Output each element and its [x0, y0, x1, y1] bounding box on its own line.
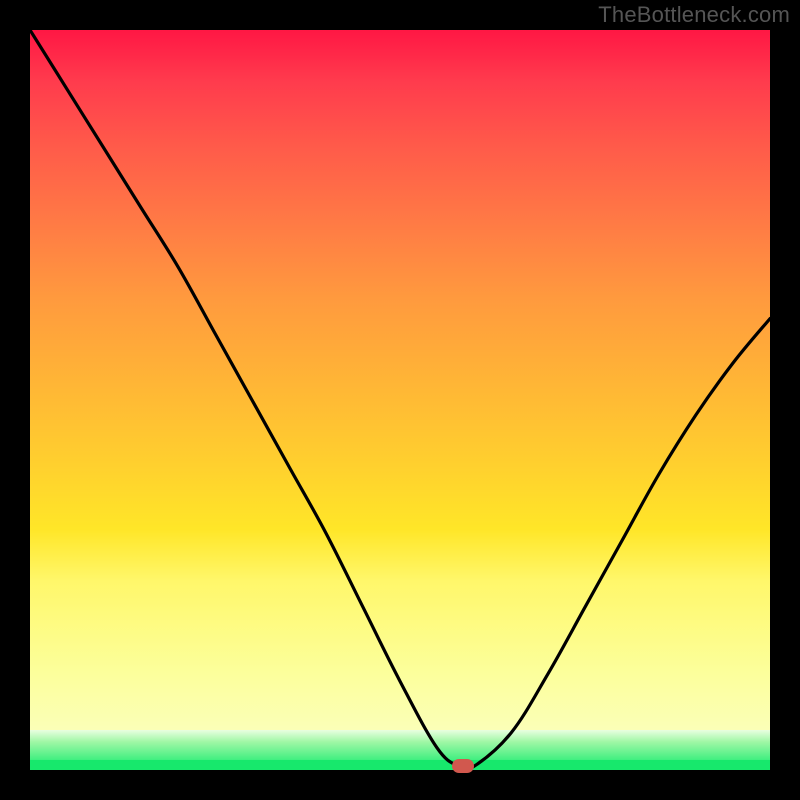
optimum-marker	[452, 759, 474, 773]
chart-plot-area	[30, 30, 770, 770]
bottleneck-curve	[30, 30, 770, 770]
watermark-text: TheBottleneck.com	[598, 2, 790, 28]
chart-frame: TheBottleneck.com	[0, 0, 800, 800]
curve-path	[30, 30, 770, 770]
